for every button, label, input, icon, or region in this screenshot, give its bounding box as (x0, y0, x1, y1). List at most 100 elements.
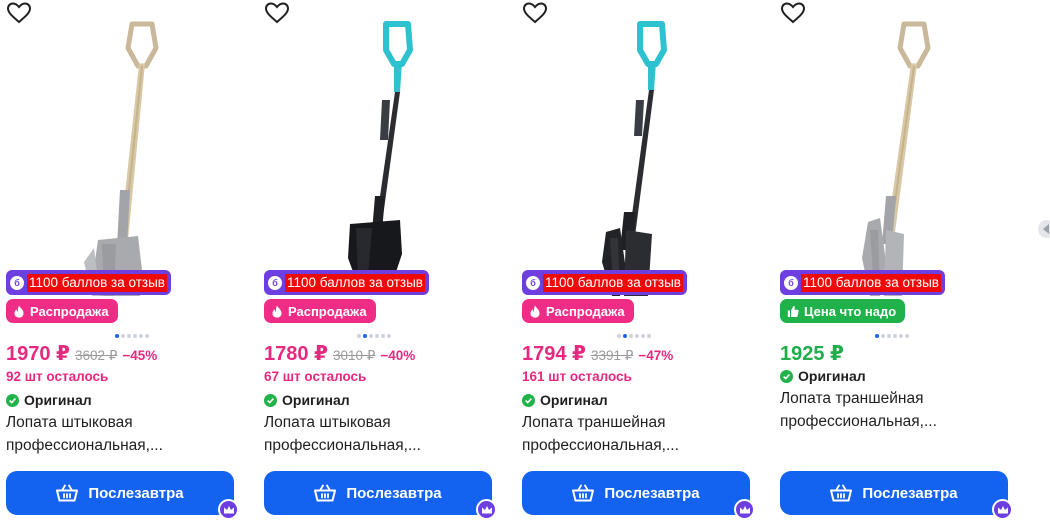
original-label: Оригинал (282, 392, 350, 408)
product-title[interactable]: Лопата штыковая профессиональная,... (6, 411, 238, 457)
reviews-points-label: 1100 баллов за отзыв (543, 273, 683, 292)
fire-icon (272, 305, 282, 318)
reviews-points-badge: б 1100 баллов за отзыв (6, 270, 171, 295)
sale-badge: Распродажа (522, 299, 634, 323)
discount-percent: −40% (380, 348, 416, 363)
product-image[interactable] (780, 0, 1016, 300)
sale-badge: Распродажа (264, 299, 376, 323)
reviews-points-label: 1100 баллов за отзыв (27, 273, 167, 292)
crown-icon (218, 499, 239, 520)
stock-remaining: 92 шт осталось (6, 369, 109, 384)
product-card[interactable]: б 1100 баллов за отзыв Распродажа 1970 ₽… (6, 0, 242, 522)
product-title[interactable]: Лопата траншейная профессиональная,... (522, 411, 754, 457)
original-badge: Оригинал (780, 368, 866, 384)
product-title-line-1[interactable]: Лопата траншейная (522, 411, 754, 434)
heart-icon[interactable] (522, 0, 548, 26)
check-icon (780, 369, 793, 383)
points-icon: б (784, 275, 798, 290)
sale-badge-label: Распродажа (30, 303, 109, 319)
fire-icon (530, 305, 540, 318)
image-pagination-dots (875, 334, 909, 339)
product-title-line-2[interactable]: профессиональная,... (522, 434, 754, 457)
reviews-points-badge: б 1100 баллов за отзыв (264, 270, 429, 295)
price-row: 1970 ₽ 3602 ₽ −45% (6, 341, 157, 366)
reviews-points-label: 1100 баллов за отзыв (285, 273, 425, 292)
shovel-image-2 (348, 21, 413, 280)
heart-icon[interactable] (264, 0, 290, 26)
product-card[interactable]: б 1100 баллов за отзыв Цена что надо 192… (780, 0, 1016, 522)
shovel-image-1 (84, 21, 159, 296)
shovel-image-4 (862, 21, 931, 296)
good-price-badge: Цена что надо (780, 299, 906, 323)
price-row: 1925 ₽ (780, 341, 844, 366)
crown-icon (476, 499, 497, 520)
product-title-line-2[interactable]: профессиональная,... (264, 434, 496, 457)
check-icon (6, 393, 19, 407)
old-price: 3602 ₽ (74, 348, 118, 363)
product-title-line-1[interactable]: Лопата траншейная (780, 387, 1012, 410)
sale-badge-label: Распродажа (546, 303, 625, 319)
discount-percent: −47% (638, 348, 674, 363)
current-price: 1925 ₽ (780, 343, 844, 365)
product-title-line-2[interactable]: профессиональная,... (780, 410, 1012, 433)
delivery-date-label: Послезавтра (88, 484, 184, 502)
product-card[interactable]: б 1100 баллов за отзыв Распродажа 1780 ₽… (264, 0, 500, 522)
crown-icon (992, 499, 1013, 520)
current-price: 1794 ₽ (522, 343, 586, 365)
reviews-points-label: 1100 баллов за отзыв (801, 273, 941, 292)
basket-icon (314, 484, 337, 502)
add-to-cart-button[interactable]: Послезавтра (264, 471, 492, 515)
sale-badge-label: Распродажа (288, 303, 367, 319)
product-title-line-1[interactable]: Лопата штыковая (264, 411, 496, 434)
old-price: 3010 ₽ (332, 348, 376, 363)
stock-remaining: 67 шт осталось (264, 369, 367, 384)
stock-remaining: 161 шт осталось (522, 369, 632, 384)
heart-icon[interactable] (6, 0, 32, 26)
sale-badge: Распродажа (6, 299, 118, 323)
reviews-points-badge: б 1100 баллов за отзыв (522, 270, 687, 295)
product-card[interactable]: б 1100 баллов за отзыв Распродажа 1794 ₽… (522, 0, 758, 522)
delivery-date-label: Послезавтра (604, 484, 700, 502)
image-pagination-dots (617, 334, 651, 339)
check-icon (264, 393, 277, 407)
product-title-line-1[interactable]: Лопата штыковая (6, 411, 238, 434)
image-pagination-dots (115, 334, 149, 339)
basket-icon (572, 484, 595, 502)
current-price: 1970 ₽ (6, 343, 70, 365)
product-title[interactable]: Лопата траншейная профессиональная,... (780, 387, 1012, 433)
check-icon (522, 393, 535, 407)
add-to-cart-button[interactable]: Послезавтра (780, 471, 1008, 515)
basket-icon (56, 484, 79, 502)
shovel-image-3 (602, 21, 667, 296)
original-badge: Оригинал (522, 392, 608, 408)
reviews-points-badge: б 1100 баллов за отзыв (780, 270, 945, 295)
basket-icon (830, 484, 853, 502)
good-price-label: Цена что надо (804, 303, 897, 319)
points-icon: б (526, 275, 540, 290)
original-badge: Оригинал (264, 392, 350, 408)
thumbs-up-icon (787, 305, 799, 317)
delivery-date-label: Послезавтра (346, 484, 442, 502)
crown-icon (734, 499, 755, 520)
price-row: 1780 ₽ 3010 ₽ −40% (264, 341, 415, 366)
original-label: Оригинал (24, 392, 92, 408)
product-image[interactable] (6, 0, 242, 300)
original-label: Оригинал (540, 392, 608, 408)
add-to-cart-button[interactable]: Послезавтра (522, 471, 750, 515)
delivery-date-label: Послезавтра (862, 484, 958, 502)
product-image[interactable] (522, 0, 758, 300)
image-pagination-dots (357, 334, 391, 339)
product-image[interactable] (264, 0, 500, 300)
carousel-next-arrow-icon[interactable] (1036, 218, 1050, 240)
original-label: Оригинал (798, 368, 866, 384)
product-title[interactable]: Лопата штыковая профессиональная,... (264, 411, 496, 457)
old-price: 3391 ₽ (590, 348, 634, 363)
points-icon: б (10, 275, 24, 290)
current-price: 1780 ₽ (264, 343, 328, 365)
points-icon: б (268, 275, 282, 290)
product-title-line-2[interactable]: профессиональная,... (6, 434, 238, 457)
add-to-cart-button[interactable]: Послезавтра (6, 471, 234, 515)
heart-icon[interactable] (780, 0, 806, 26)
fire-icon (14, 305, 24, 318)
discount-percent: −45% (122, 348, 158, 363)
